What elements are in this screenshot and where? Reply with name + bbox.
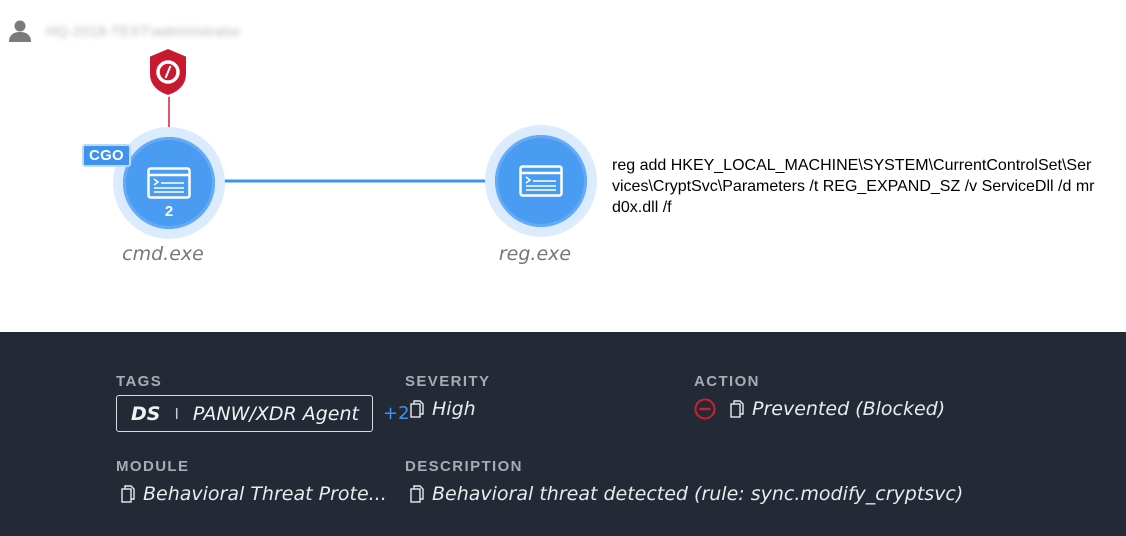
process-window-icon bbox=[519, 165, 563, 197]
cgo-tag[interactable]: CGO bbox=[82, 144, 131, 167]
blocked-icon bbox=[694, 398, 716, 420]
copy-icon[interactable] bbox=[410, 400, 424, 418]
description-label: DESCRIPTION bbox=[405, 458, 523, 475]
alert-shield-icon[interactable] bbox=[146, 46, 190, 98]
command-line-text: reg add HKEY_LOCAL_MACHINE\SYSTEM\Curren… bbox=[612, 157, 1095, 216]
process-node-label: reg.exe bbox=[498, 243, 572, 265]
process-node-reg[interactable] bbox=[485, 125, 597, 237]
severity-label: SEVERITY bbox=[405, 373, 491, 390]
process-node-label: cmd.exe bbox=[122, 243, 204, 265]
causality-graph: HQ-2018-TEST\administrator 2 cmd.exe CGO bbox=[0, 0, 1126, 332]
process-window-icon bbox=[147, 167, 191, 199]
user-icon bbox=[9, 20, 31, 42]
alert-details-panel bbox=[0, 332, 1126, 536]
copy-icon[interactable] bbox=[121, 485, 135, 503]
action-label: ACTION bbox=[694, 373, 760, 390]
user-row: HQ-2018-TEST\administrator bbox=[8, 17, 241, 45]
process-edge[interactable] bbox=[218, 178, 492, 184]
module-value-row: Behavioral Threat Prote... bbox=[121, 483, 387, 505]
description-value: Behavioral threat detected (rule: sync.m… bbox=[432, 483, 964, 505]
action-value: Prevented (Blocked) bbox=[752, 398, 946, 420]
tags-label: TAGS bbox=[116, 373, 163, 390]
description-value-row: Behavioral threat detected (rule: sync.m… bbox=[410, 483, 963, 505]
tag-chip[interactable]: DS I PANW/XDR Agent bbox=[116, 395, 373, 432]
module-value: Behavioral Threat Prote... bbox=[143, 483, 387, 505]
tag-value: PANW/XDR Agent bbox=[192, 402, 359, 425]
copy-icon[interactable] bbox=[730, 400, 744, 418]
module-label: MODULE bbox=[116, 458, 190, 475]
copy-icon[interactable] bbox=[410, 485, 424, 503]
action-value-row: Prevented (Blocked) bbox=[694, 398, 945, 420]
child-count-badge: 2 bbox=[164, 203, 174, 220]
severity-value-row: High bbox=[410, 398, 476, 420]
more-tags-link[interactable]: +2 bbox=[383, 403, 410, 424]
severity-value: High bbox=[432, 398, 476, 420]
tag-separator: I bbox=[174, 404, 179, 423]
user-name: HQ-2018-TEST\administrator bbox=[46, 23, 242, 39]
tag-primary: DS bbox=[131, 402, 161, 425]
alert-connector bbox=[168, 95, 170, 129]
